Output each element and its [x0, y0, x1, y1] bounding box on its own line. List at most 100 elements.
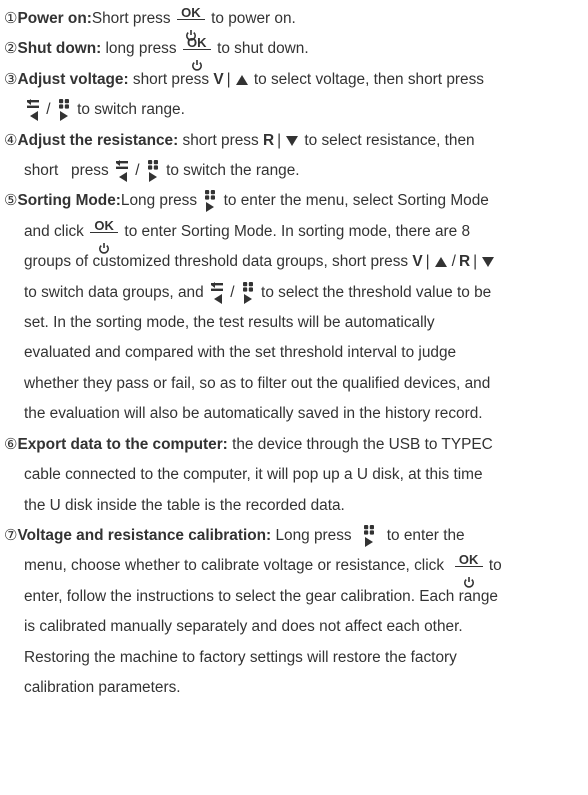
ok-power-button-icon: OK: [182, 36, 211, 71]
step-title: Adjust voltage:: [17, 70, 129, 88]
r-label: R: [458, 253, 471, 271]
back-left-button-icon: [115, 159, 128, 182]
resistance-down-button: R |: [263, 126, 300, 156]
down-triangle-icon: [482, 257, 495, 268]
ok-power-button-icon: OK: [176, 6, 205, 41]
up-triangle-icon: [235, 75, 248, 86]
instruction-line: is calibrated manually separately and do…: [4, 612, 584, 642]
instruction-line: the evaluation will also be automaticall…: [4, 399, 584, 429]
instruction-text: evaluated and compared with the set thre…: [24, 344, 457, 362]
instruction-item: ②Shut down: long press OK to shut down.: [4, 34, 584, 71]
instruction-text: to select voltage, then short press: [249, 70, 484, 88]
back-left-button-icon: [27, 99, 39, 122]
instruction-line: ⑤Sorting Mode:Long press to enter the me…: [4, 186, 584, 216]
instruction-text: short press: [178, 131, 263, 149]
instruction-line: evaluated and compared with the set thre…: [4, 338, 584, 368]
down-triangle-icon: [286, 135, 299, 146]
step-number: ③: [4, 70, 18, 88]
instruction-text: calibration parameters.: [24, 678, 181, 696]
instruction-item: ③Adjust voltage: short press V | to selec…: [4, 65, 584, 126]
instruction-item: ①Power on:Short press OK to power on.: [4, 4, 584, 41]
instruction-line: ②Shut down: long press OK to shut down.: [4, 34, 584, 71]
instruction-text: the U disk inside the table is the recor…: [24, 496, 345, 514]
instruction-text: long press: [101, 40, 181, 58]
instruction-text: to power on.: [206, 10, 296, 27]
step-title: Power on:: [17, 10, 92, 27]
instruction-text: set. In the sorting mode, the test resul…: [24, 314, 435, 332]
instruction-text: to: [484, 557, 502, 575]
menu-right-button-icon: [58, 99, 69, 122]
step-title: Export data to the computer:: [17, 435, 228, 453]
back-left-button-icon: [210, 281, 223, 304]
instruction-line: ⑥Export data to the computer: the device…: [4, 430, 584, 460]
instruction-text: and click: [24, 222, 89, 240]
step-number: ④: [4, 131, 18, 149]
instruction-item: ⑥Export data to the computer: the device…: [4, 430, 584, 521]
ok-label: OK: [90, 219, 119, 233]
step-title: Voltage and resistance calibration:: [17, 526, 272, 544]
ok-label: OK: [454, 553, 483, 568]
instruction-text: Long press: [120, 192, 202, 210]
instruction-text: whether they pass or fail, so as to filt…: [24, 374, 491, 392]
instruction-text: cable connected to the computer, it will…: [24, 466, 483, 484]
voltage-resistance-buttons: V | / R |: [412, 247, 496, 277]
r-label: R: [262, 131, 275, 149]
instruction-text: /: [225, 283, 239, 301]
slash: /: [451, 253, 456, 271]
instruction-line: menu, choose whether to calibrate voltag…: [4, 551, 584, 588]
voltage-up-button: V |: [213, 65, 249, 95]
instruction-text: the evaluation will also be automaticall…: [24, 405, 483, 423]
instruction-text: short press: [24, 162, 113, 180]
instruction-text: short press: [128, 70, 214, 88]
step-title: Shut down:: [17, 40, 102, 58]
instruction-line: and click OK to enter Sorting Mode. In s…: [4, 217, 584, 254]
menu-right-button-icon: [205, 190, 216, 213]
instruction-text: /: [130, 162, 144, 180]
instruction-line: groups of customized threshold data grou…: [4, 247, 584, 277]
instruction-text: Restoring the machine to factory setting…: [24, 648, 457, 666]
instruction-text: to shut down.: [212, 40, 309, 58]
instruction-line: set. In the sorting mode, the test resul…: [4, 308, 584, 338]
menu-right-button-icon: [364, 524, 375, 547]
instruction-line: calibration parameters.: [4, 673, 584, 703]
instruction-item: ⑤Sorting Mode:Long press to enter the me…: [4, 186, 584, 429]
menu-right-button-icon: [242, 281, 253, 304]
instruction-line: ④Adjust the resistance: short press R | t…: [4, 126, 584, 156]
instruction-text: menu, choose whether to calibrate voltag…: [24, 557, 453, 575]
separator: |: [473, 253, 478, 271]
instruction-line: enter, follow the instructions to select…: [4, 582, 584, 612]
instruction-line: whether they pass or fail, so as to filt…: [4, 369, 584, 399]
instruction-line: Restoring the machine to factory setting…: [4, 643, 584, 673]
instruction-text: is calibrated manually separately and do…: [24, 618, 463, 636]
instruction-text: to switch the range.: [161, 162, 300, 180]
instruction-line: cable connected to the computer, it will…: [4, 460, 584, 490]
instruction-text: to select resistance, then: [300, 131, 475, 149]
step-title: Adjust the resistance:: [17, 131, 179, 149]
instruction-line: ③Adjust voltage: short press V | to selec…: [4, 65, 584, 95]
instruction-text: to enter Sorting Mode. In sorting mode, …: [120, 222, 471, 240]
instruction-text: /: [42, 101, 55, 119]
instruction-line: short press / to switch the range.: [4, 156, 584, 186]
separator: |: [277, 131, 282, 149]
instruction-text: Short press: [91, 10, 175, 27]
instruction-text: enter, follow the instructions to select…: [24, 587, 498, 605]
instruction-list: ①Power on:Short press OK to power on. ②Sh…: [0, 0, 588, 703]
instruction-line: ①Power on:Short press OK to power on.: [4, 4, 584, 41]
v-label: V: [213, 70, 224, 88]
menu-right-button-icon: [147, 159, 158, 182]
up-triangle-icon: [434, 257, 447, 268]
instruction-line: ⑦Voltage and resistance calibration: Lon…: [4, 521, 584, 551]
step-title: Sorting Mode:: [17, 192, 121, 210]
instruction-text: to select the threshold value to be: [256, 283, 492, 301]
ok-label: OK: [176, 6, 205, 20]
step-number: ⑦: [4, 526, 18, 544]
instruction-text: to switch range.: [72, 101, 185, 119]
separator: |: [425, 253, 430, 271]
ok-power-button-icon: OK: [90, 219, 119, 254]
ok-power-button-icon: OK: [454, 553, 483, 588]
instruction-text: to switch data groups, and: [24, 283, 208, 301]
step-number: ⑥: [4, 435, 18, 453]
instruction-text: to enter the menu, select Sorting Mode: [219, 192, 489, 210]
separator: |: [226, 70, 231, 88]
instruction-text: to enter the: [378, 526, 465, 544]
